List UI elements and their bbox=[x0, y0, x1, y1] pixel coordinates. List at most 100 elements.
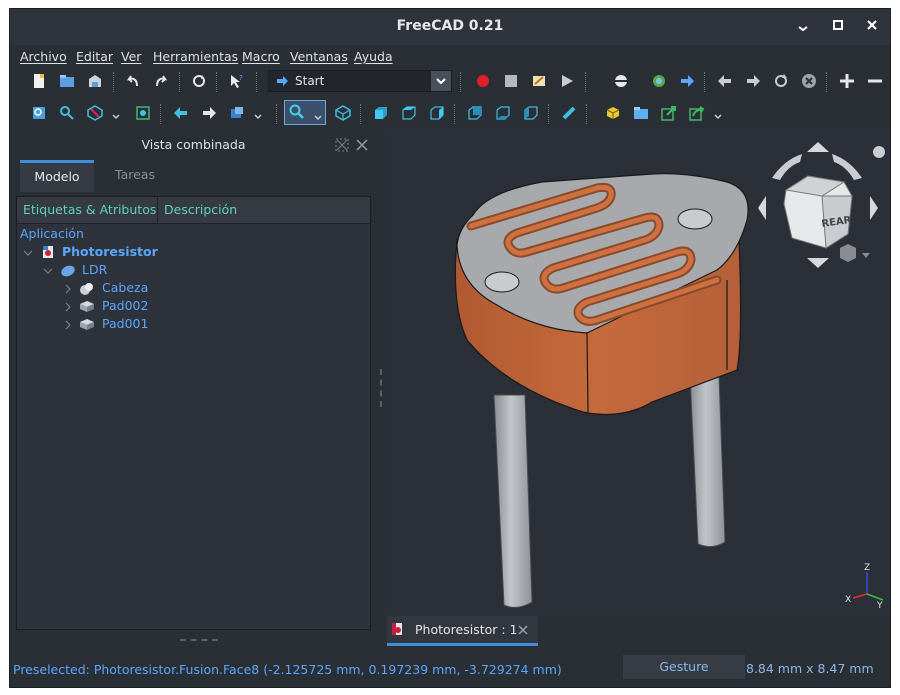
menu-editar[interactable]: Editar bbox=[76, 49, 113, 64]
menu-ayuda[interactable]: Ayuda bbox=[354, 49, 393, 64]
tree-item-label: LDR bbox=[82, 262, 108, 277]
toolbar-separator bbox=[826, 72, 829, 92]
view-bottom-icon[interactable] bbox=[492, 102, 514, 124]
create-part-icon[interactable] bbox=[602, 102, 624, 124]
tree-view: Etiquetas & Atributos Descripción Aplica… bbox=[16, 196, 371, 630]
toolbar-separator bbox=[179, 72, 182, 92]
menu-macro[interactable]: Macro bbox=[242, 49, 280, 64]
resize-handle[interactable] bbox=[180, 639, 218, 643]
view-left-icon[interactable] bbox=[520, 102, 542, 124]
minimize-icon[interactable] bbox=[793, 17, 813, 37]
document-icon bbox=[392, 623, 402, 635]
document-tab-label: Photoresistor : 1 bbox=[415, 622, 518, 637]
toolbar-separator bbox=[586, 104, 589, 124]
play-macro-icon[interactable] bbox=[556, 70, 578, 92]
reload-icon[interactable] bbox=[770, 70, 792, 92]
chevron-down-icon[interactable] bbox=[252, 111, 264, 123]
chevron-down-icon[interactable] bbox=[431, 71, 451, 91]
toolbar-row-2 bbox=[10, 99, 890, 129]
create-group-icon[interactable] bbox=[630, 102, 652, 124]
zoom-in-icon[interactable] bbox=[836, 70, 858, 92]
document-icon bbox=[43, 246, 53, 258]
title-bar: FreeCAD 0.21 bbox=[10, 9, 890, 45]
fit-all-icon[interactable] bbox=[28, 102, 50, 124]
menu-archivo[interactable]: Archivo bbox=[20, 49, 67, 64]
close-icon[interactable] bbox=[862, 17, 882, 37]
view-rear-icon[interactable] bbox=[464, 102, 486, 124]
status-bar: Preselected: Photoresistor.Fusion.Face8 … bbox=[10, 655, 890, 685]
view-isometric-icon[interactable] bbox=[332, 102, 354, 124]
close-panel-icon[interactable] bbox=[354, 137, 370, 156]
toolbar-separator bbox=[585, 72, 588, 92]
workbench-selector[interactable]: Start bbox=[268, 70, 452, 92]
axis-x-label: X bbox=[845, 595, 851, 605]
close-tab-icon[interactable] bbox=[517, 624, 529, 636]
tree-root-label: Aplicación bbox=[20, 226, 84, 241]
tree-item-ldr[interactable]: LDR bbox=[43, 262, 343, 280]
view-forward-icon[interactable] bbox=[198, 102, 220, 124]
toolbar-separator bbox=[113, 72, 116, 92]
view-right-icon[interactable] bbox=[426, 102, 448, 124]
view-back-icon[interactable] bbox=[170, 102, 192, 124]
forward-icon[interactable] bbox=[742, 70, 764, 92]
navigation-cube[interactable]: REAR bbox=[752, 138, 890, 278]
magnifier-icon bbox=[289, 104, 304, 119]
tree-item-pad001[interactable]: Pad001 bbox=[63, 316, 343, 334]
menu-ventanas[interactable]: Ventanas bbox=[290, 49, 348, 64]
refresh-icon[interactable] bbox=[188, 70, 210, 92]
document-tabs: Photoresistor : 1 bbox=[387, 614, 890, 647]
tree-item-cabeza[interactable]: Cabeza bbox=[63, 280, 343, 298]
pad-icon bbox=[80, 301, 94, 312]
splitter-handle[interactable] bbox=[380, 369, 384, 407]
redo-icon[interactable] bbox=[150, 70, 172, 92]
undo-icon[interactable] bbox=[122, 70, 144, 92]
toolbar-separator bbox=[460, 72, 463, 92]
tab-tareas[interactable]: Tareas bbox=[96, 160, 174, 192]
stop-loading-icon[interactable] bbox=[798, 70, 820, 92]
chevron-down-icon[interactable] bbox=[110, 111, 122, 123]
tree-item-photoresistor[interactable]: Photoresistor bbox=[23, 244, 343, 262]
sync-view-icon[interactable] bbox=[226, 102, 248, 124]
tab-photoresistor[interactable]: Photoresistor : 1 bbox=[387, 616, 538, 646]
column-labels[interactable]: Etiquetas & Atributos bbox=[23, 197, 156, 223]
view-top-icon[interactable] bbox=[398, 102, 420, 124]
make-link-icon[interactable] bbox=[658, 102, 680, 124]
toolbar-separator bbox=[704, 72, 707, 92]
send-arrow-icon[interactable] bbox=[676, 70, 698, 92]
navigation-style-button[interactable]: Gesture bbox=[623, 655, 745, 679]
web-start-icon[interactable] bbox=[648, 70, 670, 92]
new-document-icon[interactable] bbox=[28, 70, 50, 92]
record-macro-icon[interactable] bbox=[472, 70, 494, 92]
pad-feature-icon bbox=[80, 283, 93, 295]
axis-cross: Z Y X bbox=[845, 563, 884, 611]
tab-modelo[interactable]: Modelo bbox=[20, 160, 94, 192]
edit-macro-icon[interactable] bbox=[528, 70, 550, 92]
std-view-zoom-button[interactable] bbox=[284, 100, 326, 125]
float-panel-icon[interactable] bbox=[335, 138, 349, 155]
stop-macro-icon[interactable] bbox=[500, 70, 522, 92]
link-actions-icon[interactable] bbox=[686, 102, 708, 124]
open-document-icon[interactable] bbox=[56, 70, 78, 92]
window-title: FreeCAD 0.21 bbox=[396, 18, 504, 34]
zoom-out-icon[interactable] bbox=[864, 70, 886, 92]
chevron-right-icon bbox=[65, 320, 71, 330]
tree-item-pad002[interactable]: Pad002 bbox=[63, 298, 343, 316]
draw-style-icon[interactable] bbox=[84, 102, 106, 124]
save-document-icon[interactable] bbox=[84, 70, 106, 92]
measure-distance-icon[interactable] bbox=[558, 102, 580, 124]
macro-toolbar bbox=[460, 67, 890, 97]
view-front-icon[interactable] bbox=[370, 102, 392, 124]
column-description[interactable]: Descripción bbox=[164, 197, 237, 223]
maximize-icon[interactable] bbox=[828, 17, 848, 37]
whats-this-icon[interactable]: ? bbox=[225, 70, 247, 92]
combo-view-panel: Vista combinada Modelo Tareas Etiquetas … bbox=[16, 133, 371, 641]
fit-selection-icon[interactable] bbox=[56, 102, 78, 124]
menu-ver[interactable]: Ver bbox=[121, 49, 141, 64]
chevron-down-icon bbox=[314, 115, 322, 121]
chevron-down-icon[interactable] bbox=[712, 111, 724, 123]
menu-herramientas[interactable]: Herramientas bbox=[153, 49, 238, 64]
3d-viewport[interactable]: REAR Z Y X bbox=[387, 130, 890, 614]
toggle-view-icon[interactable] bbox=[610, 70, 632, 92]
bounding-box-icon[interactable] bbox=[132, 102, 154, 124]
back-icon[interactable] bbox=[714, 70, 736, 92]
